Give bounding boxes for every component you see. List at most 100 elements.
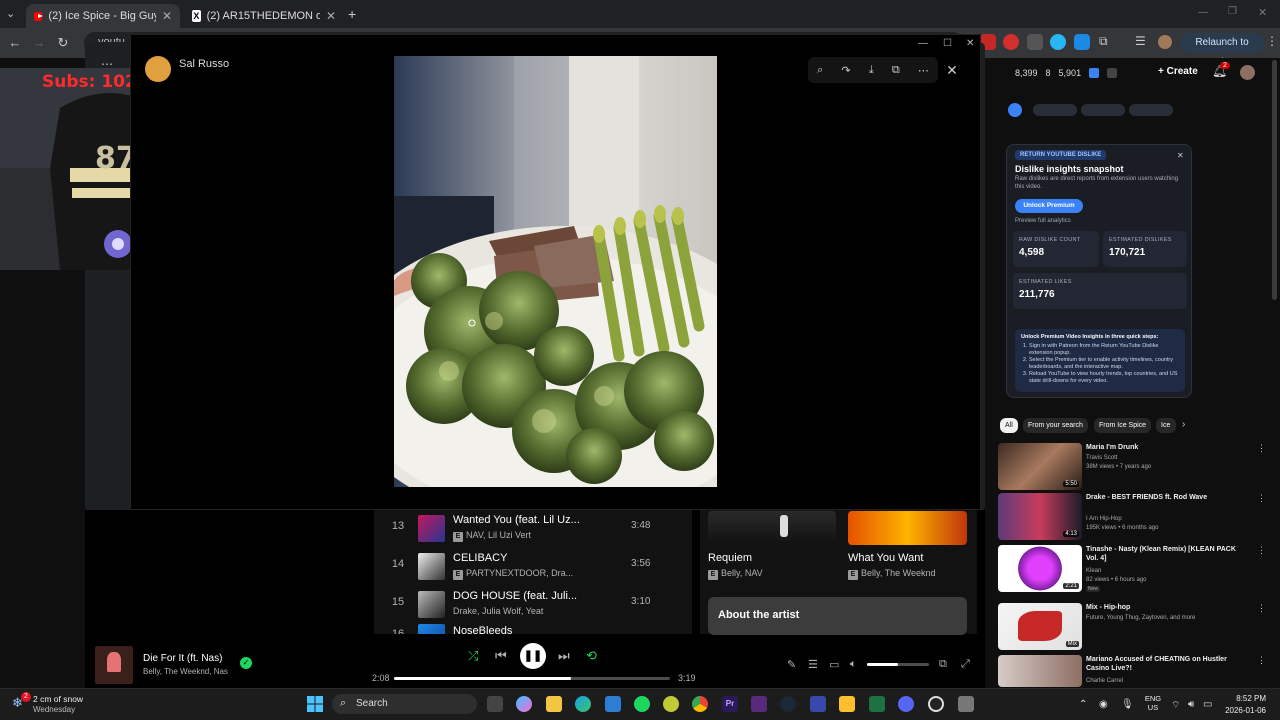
download-icon[interactable]: ⤓ <box>869 64 874 77</box>
create-button[interactable]: + Create <box>1158 63 1202 81</box>
video-thumbnail[interactable]: 5:50 <box>998 443 1082 490</box>
extension-icon[interactable] <box>1003 34 1019 50</box>
video-title[interactable]: Mariano Accused of CHEATING on Hustler C… <box>1086 655 1244 673</box>
album-card-image[interactable] <box>848 511 967 545</box>
next-track-icon[interactable]: ⏭︎ <box>558 648 570 664</box>
queue-icon[interactable]: ☰ <box>808 658 818 671</box>
chip-ice[interactable]: Ice <box>1156 418 1176 433</box>
tab-x-post[interactable]: X (2) AR15THEDEMON on X: "Ma ✕ <box>184 4 344 28</box>
volume-icon[interactable]: 🔈︎ <box>850 658 857 671</box>
start-windows-icon[interactable] <box>307 696 323 712</box>
video-thumbnail[interactable]: 2:21 <box>998 545 1082 592</box>
rec-video[interactable]: 4:13 Drake - BEST FRIENDS ft. Rod Wave I… <box>998 493 1268 549</box>
video-thumbnail[interactable]: Mix <box>998 603 1082 650</box>
track-row[interactable]: 13 Wanted You (feat. Lil Uz... E NAV, Lil… <box>374 510 692 548</box>
notepad-icon[interactable] <box>605 696 621 712</box>
chip-all[interactable]: All <box>1000 418 1018 433</box>
scrollbar[interactable] <box>1272 60 1277 300</box>
track-row[interactable]: 15 DOG HOUSE (feat. Juli... Drake, Julia… <box>374 586 692 624</box>
chevron-right-icon[interactable]: › <box>1182 419 1185 430</box>
account-avatar[interactable] <box>1240 65 1255 80</box>
tray-app-icon[interactable]: ◉ <box>1099 699 1108 710</box>
channel-name[interactable]: Klean <box>1086 567 1101 575</box>
tray-chevron-icon[interactable]: ⌃ <box>1079 699 1087 710</box>
artist-names[interactable]: NAV, Lil Uzi Vert <box>466 530 531 540</box>
open-external-icon[interactable]: ⧉ <box>892 64 900 77</box>
shuffle-icon[interactable]: ⤮ <box>468 648 478 664</box>
rec-video[interactable]: Mariano Accused of CHEATING on Hustler C… <box>998 655 1268 687</box>
track-title[interactable]: NoseBleeds <box>453 625 512 634</box>
steam-icon[interactable] <box>780 696 796 712</box>
copilot-icon[interactable] <box>516 696 532 712</box>
now-playing-title[interactable]: Die For It (ft. Nas) <box>143 653 222 664</box>
video-thumbnail[interactable] <box>998 655 1082 687</box>
video-title[interactable]: Mix - Hip-hop <box>1086 603 1244 612</box>
preview-analytics-link[interactable]: Preview full analytics <box>1015 218 1071 224</box>
app-icon[interactable] <box>751 696 767 712</box>
now-playing-artist[interactable]: Belly, The Weeknd, Nas <box>143 667 228 676</box>
speaker-icon[interactable]: 🔊︎ <box>1188 699 1194 710</box>
more-options-icon[interactable]: ⋯ <box>918 64 929 77</box>
clock-date[interactable]: 2026-01-06 <box>1220 706 1266 715</box>
browser-menu-icon[interactable]: ⋮ <box>1266 34 1278 48</box>
more-options-icon[interactable]: ⋮ <box>1257 655 1266 666</box>
edge-icon[interactable] <box>575 696 591 712</box>
repeat-icon[interactable]: ⟲ <box>586 648 597 664</box>
rec-video[interactable]: 2:21 Tinashe - Nasty (Klean Remix) [KLEA… <box>998 545 1268 601</box>
chip-from-search[interactable]: From your search <box>1023 418 1088 433</box>
previous-track-icon[interactable]: ⏮︎ <box>495 648 507 664</box>
miniplayer-icon[interactable]: ⧉ <box>939 658 947 671</box>
album-card-image[interactable] <box>708 511 836 545</box>
ryd-pill[interactable] <box>1081 104 1125 116</box>
track-title[interactable]: DOG HOUSE (feat. Juli... <box>453 590 577 602</box>
connect-device-icon[interactable]: ▭ <box>829 658 839 671</box>
track-title[interactable]: CELIBACY <box>453 552 507 564</box>
video-title[interactable]: Tinashe - Nasty (Klean Remix) [KLEAN PAC… <box>1086 545 1244 563</box>
video-title[interactable]: Maria I'm Drunk <box>1086 443 1244 452</box>
close-icon[interactable]: ✕ <box>1177 151 1184 160</box>
rotate-icon[interactable]: ↷ <box>841 64 850 77</box>
relaunch-button[interactable]: Relaunch to update <box>1180 33 1264 68</box>
close-tab-icon[interactable]: ✕ <box>162 9 172 23</box>
chrome-icon[interactable] <box>692 696 708 712</box>
extension-icon[interactable] <box>1107 68 1118 78</box>
about-the-artist-card[interactable]: About the artist <box>708 597 967 635</box>
excel-icon[interactable] <box>869 696 885 712</box>
chip-from-ice-spice[interactable]: From Ice Spice <box>1094 418 1152 433</box>
tab-youtube[interactable]: (2) Ice Spice - Big Guy from ("T ✕ <box>26 4 180 28</box>
channel-name[interactable]: Charlie Carrel <box>1086 677 1123 685</box>
ryd-pill[interactable] <box>1129 104 1173 116</box>
discord-icon[interactable] <box>898 696 914 712</box>
minimize-window-icon[interactable]: — <box>918 38 928 49</box>
video-title[interactable]: Drake - BEST FRIENDS ft. Rod Wave <box>1086 493 1244 502</box>
close-viewer-icon[interactable]: ✕ <box>941 59 963 81</box>
extension-icon[interactable] <box>1089 68 1100 78</box>
channel-name[interactable]: I Am Hip-Hop <box>1086 515 1122 523</box>
minimize-window-icon[interactable]: — <box>1198 7 1208 18</box>
app-icon[interactable] <box>810 696 826 712</box>
close-window-icon[interactable]: ✕ <box>1258 6 1267 19</box>
extension-icon[interactable] <box>1074 34 1090 50</box>
wifi-icon[interactable]: ⌔ <box>1171 699 1180 712</box>
lyrics-icon[interactable]: ✎ <box>787 658 796 671</box>
track-title[interactable]: Wanted You (feat. Lil Uz... <box>453 514 580 526</box>
maximize-window-icon[interactable]: ☐ <box>943 38 952 49</box>
more-options-icon[interactable]: ⋮ <box>1257 603 1266 614</box>
extension-icon[interactable] <box>1050 34 1066 50</box>
fullscreen-icon[interactable]: ⤢ <box>961 658 970 671</box>
more-options-icon[interactable]: ⋮ <box>1257 443 1266 454</box>
back-arrow-icon[interactable]: ← <box>6 34 24 52</box>
card-title[interactable]: What You Want <box>848 552 923 564</box>
forward-arrow-icon[interactable]: → <box>30 34 48 52</box>
input-language[interactable]: ENG US <box>1143 694 1163 712</box>
reading-list-icon[interactable]: ☰ <box>1135 34 1146 48</box>
clock-time[interactable]: 8:52 PM <box>1220 694 1266 703</box>
rec-video[interactable]: 5:50 Maria I'm Drunk Travis Scott 38M vi… <box>998 443 1268 499</box>
weather-title[interactable]: 2 cm of snow <box>33 694 83 704</box>
extensions-puzzle-icon[interactable]: ⧉ <box>1099 34 1108 49</box>
more-menu-icon[interactable]: ⋯ <box>101 57 113 71</box>
app-icon[interactable] <box>663 696 679 712</box>
track-row[interactable]: 14 CELIBACY E PARTYNEXTDOOR, Dra... 3:56 <box>374 548 692 586</box>
close-window-icon[interactable]: ✕ <box>966 38 974 49</box>
track-row[interactable]: 16 NoseBleeds <box>374 621 692 634</box>
